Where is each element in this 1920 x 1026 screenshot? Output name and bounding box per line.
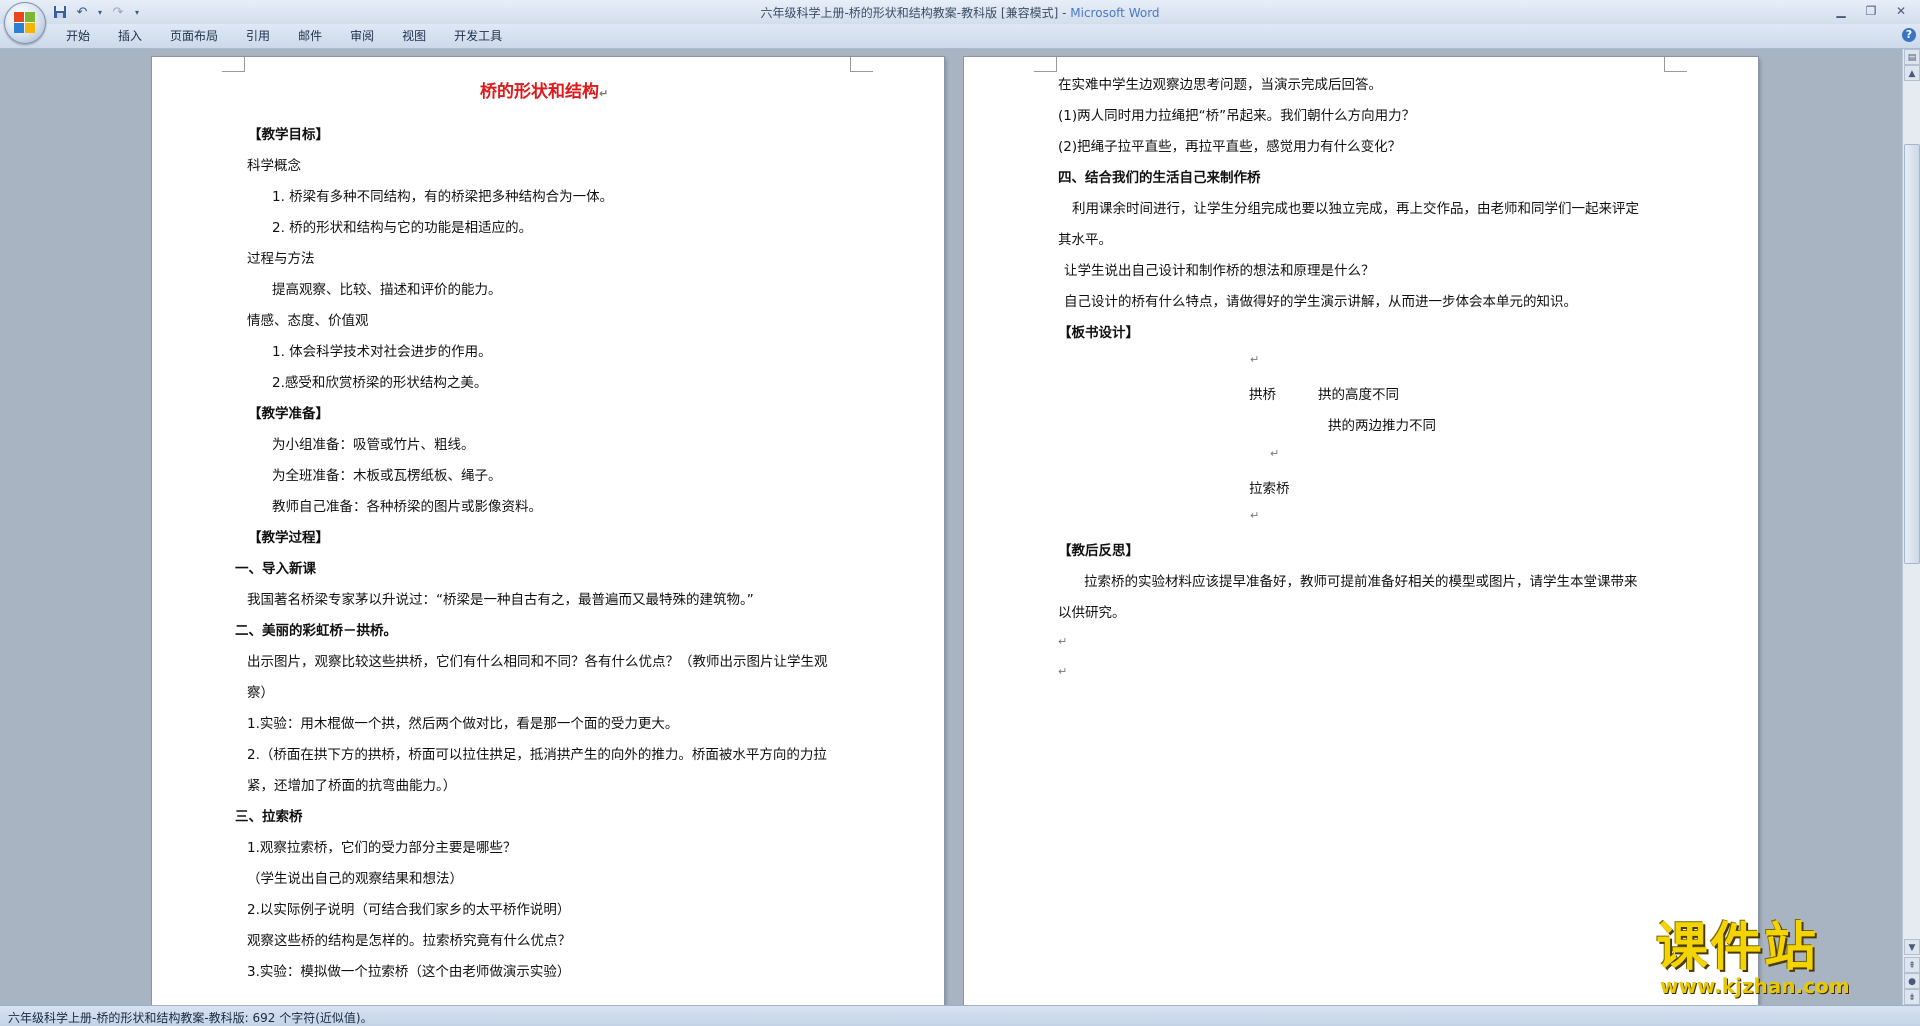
doc-line: 教师自己准备：各种桥梁的图片或影像资料。 xyxy=(272,499,542,515)
restore-icon[interactable]: ❐ xyxy=(1858,2,1884,20)
document-workspace: 桥的形状和结构↵ 【教学目标】 科学概念 1. 桥梁有多种不同结构，有的桥梁把多… xyxy=(0,49,1902,1005)
tab-home[interactable]: 开始 xyxy=(52,28,104,44)
tab-review[interactable]: 审阅 xyxy=(336,28,388,44)
paragraph-mark: ↵ xyxy=(599,87,609,100)
status-text[interactable]: 六年级科学上册-桥的形状和结构教案-教科版: 692 个字符(近似值)。 xyxy=(8,1009,373,1026)
doc-line: 1.实验：用木棍做一个拱，然后两个做对比，看是那一个面的受力更大。 xyxy=(247,716,679,732)
section-heading: 【板书设计】 xyxy=(1058,325,1139,341)
board-item: 拱的两边推力不同 xyxy=(1328,418,1436,434)
window-controls: ▁ ❐ ✕ xyxy=(1828,2,1914,20)
page-corner-mark xyxy=(850,57,873,72)
doc-line: 让学生说出自己设计和制作桥的想法和原理是什么？ xyxy=(1064,263,1375,279)
document-page-1[interactable]: 桥的形状和结构↵ 【教学目标】 科学概念 1. 桥梁有多种不同结构，有的桥梁把多… xyxy=(152,57,944,1005)
page-corner-mark xyxy=(1034,57,1057,72)
window-title-app: Microsoft Word xyxy=(1070,6,1160,20)
doc-line: 过程与方法 xyxy=(247,251,315,267)
doc-line: 情感、态度、价值观 xyxy=(247,313,369,329)
paragraph-mark: ↵ xyxy=(1058,665,1068,678)
help-icon[interactable]: ? xyxy=(1902,28,1916,42)
office-logo-icon xyxy=(14,12,36,34)
page-corner-mark xyxy=(1664,57,1687,72)
close-icon[interactable]: ✕ xyxy=(1888,2,1914,20)
next-page-icon[interactable]: ⇟ xyxy=(1904,989,1920,1005)
watermark-url: www.kjzhan.com xyxy=(1660,974,1850,998)
document-page-2[interactable]: 在实难中学生边观察边思考问题，当演示完成后回答。 (1)两人同时用力拉绳把“桥”… xyxy=(964,57,1758,1005)
doc-line: 1.观察拉索桥，它们的受力部分主要是哪些？ xyxy=(247,840,517,856)
kjzhan-watermark: 课件站 www.kjzhan.com xyxy=(1656,920,1906,998)
doc-line: 2.以实际例子说明（可结合我们家乡的太平桥作说明） xyxy=(247,902,571,918)
doc-line: 察） xyxy=(247,685,274,701)
scrollbar-thumb[interactable] xyxy=(1904,144,1920,564)
doc-line: 科学概念 xyxy=(247,158,301,174)
tab-mailings[interactable]: 邮件 xyxy=(284,28,336,44)
scroll-up-icon[interactable]: ▲ xyxy=(1904,65,1920,81)
watermark-brand: 课件站 xyxy=(1656,918,1819,978)
window-title-doc: 六年级科学上册-桥的形状和结构教案-教科版 [兼容模式] - xyxy=(760,6,1071,20)
doc-line: 出示图片，观察比较这些拱桥，它们有什么相同和不同？各有什么优点？（教师出示图片让… xyxy=(247,654,828,670)
doc-line: 2.（桥面在拱下方的拱桥，桥面可以拉住拱足，抵消拱产生的向外的推力。桥面被水平方… xyxy=(247,747,827,763)
doc-line: 1. 体会科学技术对社会进步的作用。 xyxy=(272,344,492,360)
doc-line: (2)把绳子拉平直些，再拉平直些，感觉用力有什么变化？ xyxy=(1058,139,1402,155)
section-heading: 四、结合我们的生活自己来制作桥 xyxy=(1058,170,1261,186)
board-item: 拉索桥 xyxy=(1249,481,1290,497)
previous-page-icon[interactable]: ⇞ xyxy=(1904,957,1920,973)
tab-references[interactable]: 引用 xyxy=(232,28,284,44)
doc-line: 利用课余时间进行，让学生分组完成也要以独立完成，再上交作品，由老师和同学们一起来… xyxy=(1072,201,1639,217)
doc-line: 拉索桥的实验材料应该提早准备好，教师可提前准备好相关的模型或图片，请学生本堂课带… xyxy=(1084,574,1638,590)
doc-line: 在实难中学生边观察边思考问题，当演示完成后回答。 xyxy=(1058,77,1382,93)
status-bar: 六年级科学上册-桥的形状和结构教案-教科版: 692 个字符(近似值)。 xyxy=(0,1005,1920,1026)
doc-line: 提高观察、比较、描述和评价的能力。 xyxy=(272,282,502,298)
doc-line: 3.实验：模拟做一个拉索桥（这个由老师做演示实验） xyxy=(247,964,571,980)
doc-line: 自己设计的桥有什么特点，请做得好的学生演示讲解，从而进一步体会本单元的知识。 xyxy=(1064,294,1577,310)
doc-line: (1)两人同时用力拉绳把“桥”吊起来。我们朝什么方向用力？ xyxy=(1058,108,1416,124)
doc-line: 为全班准备：木板或瓦楞纸板、绳子。 xyxy=(272,468,502,484)
window-title: 六年级科学上册-桥的形状和结构教案-教科版 [兼容模式] - Microsoft… xyxy=(0,4,1920,21)
title-bar: ↶ ▾ ↷ ▾ 六年级科学上册-桥的形状和结构教案-教科版 [兼容模式] - M… xyxy=(0,0,1920,24)
document-title: 桥的形状和结构↵ xyxy=(480,77,608,102)
minimize-icon[interactable]: ▁ xyxy=(1828,2,1854,20)
doc-line: 紧，还增加了桥面的抗弯曲能力。） xyxy=(247,778,457,794)
tab-insert[interactable]: 插入 xyxy=(104,28,156,44)
doc-line: 为小组准备：吸管或竹片、粗线。 xyxy=(272,437,475,453)
doc-line: 其水平。 xyxy=(1058,232,1112,248)
paragraph-mark: ↵ xyxy=(1270,447,1280,460)
section-heading: 【教后反思】 xyxy=(1058,543,1139,559)
scroll-down-icon[interactable]: ▼ xyxy=(1904,939,1920,955)
ribbon-tab-bar: 开始 插入 页面布局 引用 邮件 审阅 视图 开发工具 ? xyxy=(0,24,1920,49)
doc-line: 2.感受和欣赏桥梁的形状结构之美。 xyxy=(272,375,488,391)
section-heading: 三、拉索桥 xyxy=(235,809,303,825)
section-heading: 【教学目标】 xyxy=(248,127,329,143)
doc-line: 2. 桥的形状和结构与它的功能是相适应的。 xyxy=(272,220,533,236)
tab-page-layout[interactable]: 页面布局 xyxy=(156,28,232,44)
section-heading: 【教学过程】 xyxy=(248,530,329,546)
doc-line: 1. 桥梁有多种不同结构，有的桥梁把多种结构合为一体。 xyxy=(272,189,614,205)
doc-line: 以供研究。 xyxy=(1058,605,1126,621)
vertical-scrollbar[interactable]: ▤ ▲ ▼ ⇞ ● ⇟ xyxy=(1902,49,1920,1005)
doc-line: 我国著名桥梁专家茅以升说过：“桥梁是一种自古有之，最普遍而又最特殊的建筑物。” xyxy=(247,592,754,608)
section-heading: 一、导入新课 xyxy=(235,561,316,577)
tab-view[interactable]: 视图 xyxy=(388,28,440,44)
page-corner-mark xyxy=(222,57,245,72)
board-item: 拱桥 xyxy=(1249,387,1276,403)
office-button[interactable] xyxy=(4,2,46,44)
section-heading: 【教学准备】 xyxy=(248,406,329,422)
tab-developer[interactable]: 开发工具 xyxy=(440,28,516,44)
paragraph-mark: ↵ xyxy=(1058,635,1068,648)
ribbon-tabs: 开始 插入 页面布局 引用 邮件 审阅 视图 开发工具 xyxy=(52,28,516,44)
paragraph-mark: ↵ xyxy=(1250,509,1260,522)
doc-line: 观察这些桥的结构是怎样的。拉索桥究竟有什么优点？ xyxy=(247,933,571,949)
browse-object-icon[interactable]: ● xyxy=(1904,973,1920,989)
doc-line: （学生说出自己的观察结果和想法） xyxy=(247,871,463,887)
document-title-text: 桥的形状和结构 xyxy=(480,82,599,102)
board-item: 拱的高度不同 xyxy=(1318,387,1399,403)
ruler-toggle-icon[interactable]: ▤ xyxy=(1904,49,1920,65)
section-heading: 二、美丽的彩虹桥－拱桥。 xyxy=(235,623,397,639)
paragraph-mark: ↵ xyxy=(1250,353,1260,366)
